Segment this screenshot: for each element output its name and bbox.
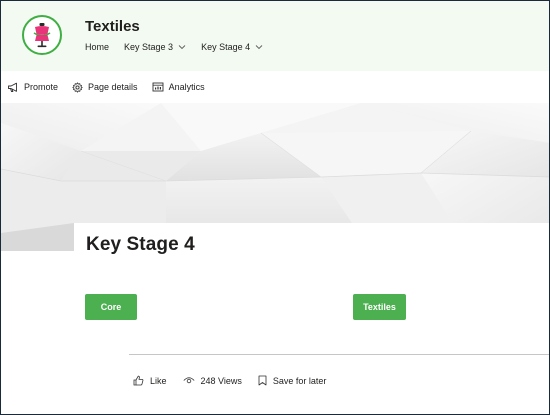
bookmark-icon — [258, 375, 267, 386]
page-details-button[interactable]: Page details — [72, 81, 138, 93]
page-details-label: Page details — [88, 82, 138, 92]
site-logo[interactable] — [22, 15, 62, 55]
chevron-down-icon — [178, 45, 186, 50]
site-nav: Home Key Stage 3 Key Stage 4 — [85, 42, 278, 52]
like-button[interactable]: Like — [133, 375, 167, 386]
site-header: Textiles Home Key Stage 3 Key Stage 4 — [1, 1, 549, 71]
command-bar: Promote Page details Analytics — [1, 71, 549, 103]
analytics-label: Analytics — [168, 82, 205, 92]
save-for-later-button[interactable]: Save for later — [258, 375, 327, 386]
views-label: 248 Views — [200, 375, 242, 386]
textiles-button[interactable]: Textiles — [353, 294, 406, 320]
megaphone-icon — [8, 82, 17, 92]
core-button[interactable]: Core — [85, 294, 137, 320]
like-label: Like — [150, 375, 167, 386]
site-title[interactable]: Textiles — [85, 18, 140, 35]
page-frame: Textiles Home Key Stage 3 Key Stage 4 Pr… — [0, 0, 550, 415]
nav-item-key-stage-4[interactable]: Key Stage 4 — [201, 42, 263, 52]
nav-item-label: Home — [85, 42, 110, 52]
mannequin-icon — [33, 23, 51, 48]
promote-label: Promote — [24, 82, 59, 92]
analytics-icon — [152, 82, 164, 92]
thumbs-up-icon — [133, 375, 144, 386]
analytics-button[interactable]: Analytics — [152, 82, 205, 92]
nav-item-key-stage-3[interactable]: Key Stage 3 — [124, 42, 186, 52]
views-count: 248 Views — [183, 376, 242, 386]
chevron-down-icon — [255, 45, 263, 50]
nav-item-label: Key Stage 4 — [201, 42, 251, 52]
nav-item-label: Key Stage 3 — [124, 42, 174, 52]
divider — [129, 354, 549, 355]
eye-icon — [183, 377, 195, 384]
page-footer-actions: Like 248 Views Save for later — [133, 375, 342, 386]
promote-button[interactable]: Promote — [7, 82, 58, 93]
gear-icon — [72, 81, 83, 93]
page-title: Key Stage 4 — [86, 234, 195, 255]
save-for-later-label: Save for later — [272, 375, 327, 386]
nav-item-home[interactable]: Home — [85, 42, 109, 52]
